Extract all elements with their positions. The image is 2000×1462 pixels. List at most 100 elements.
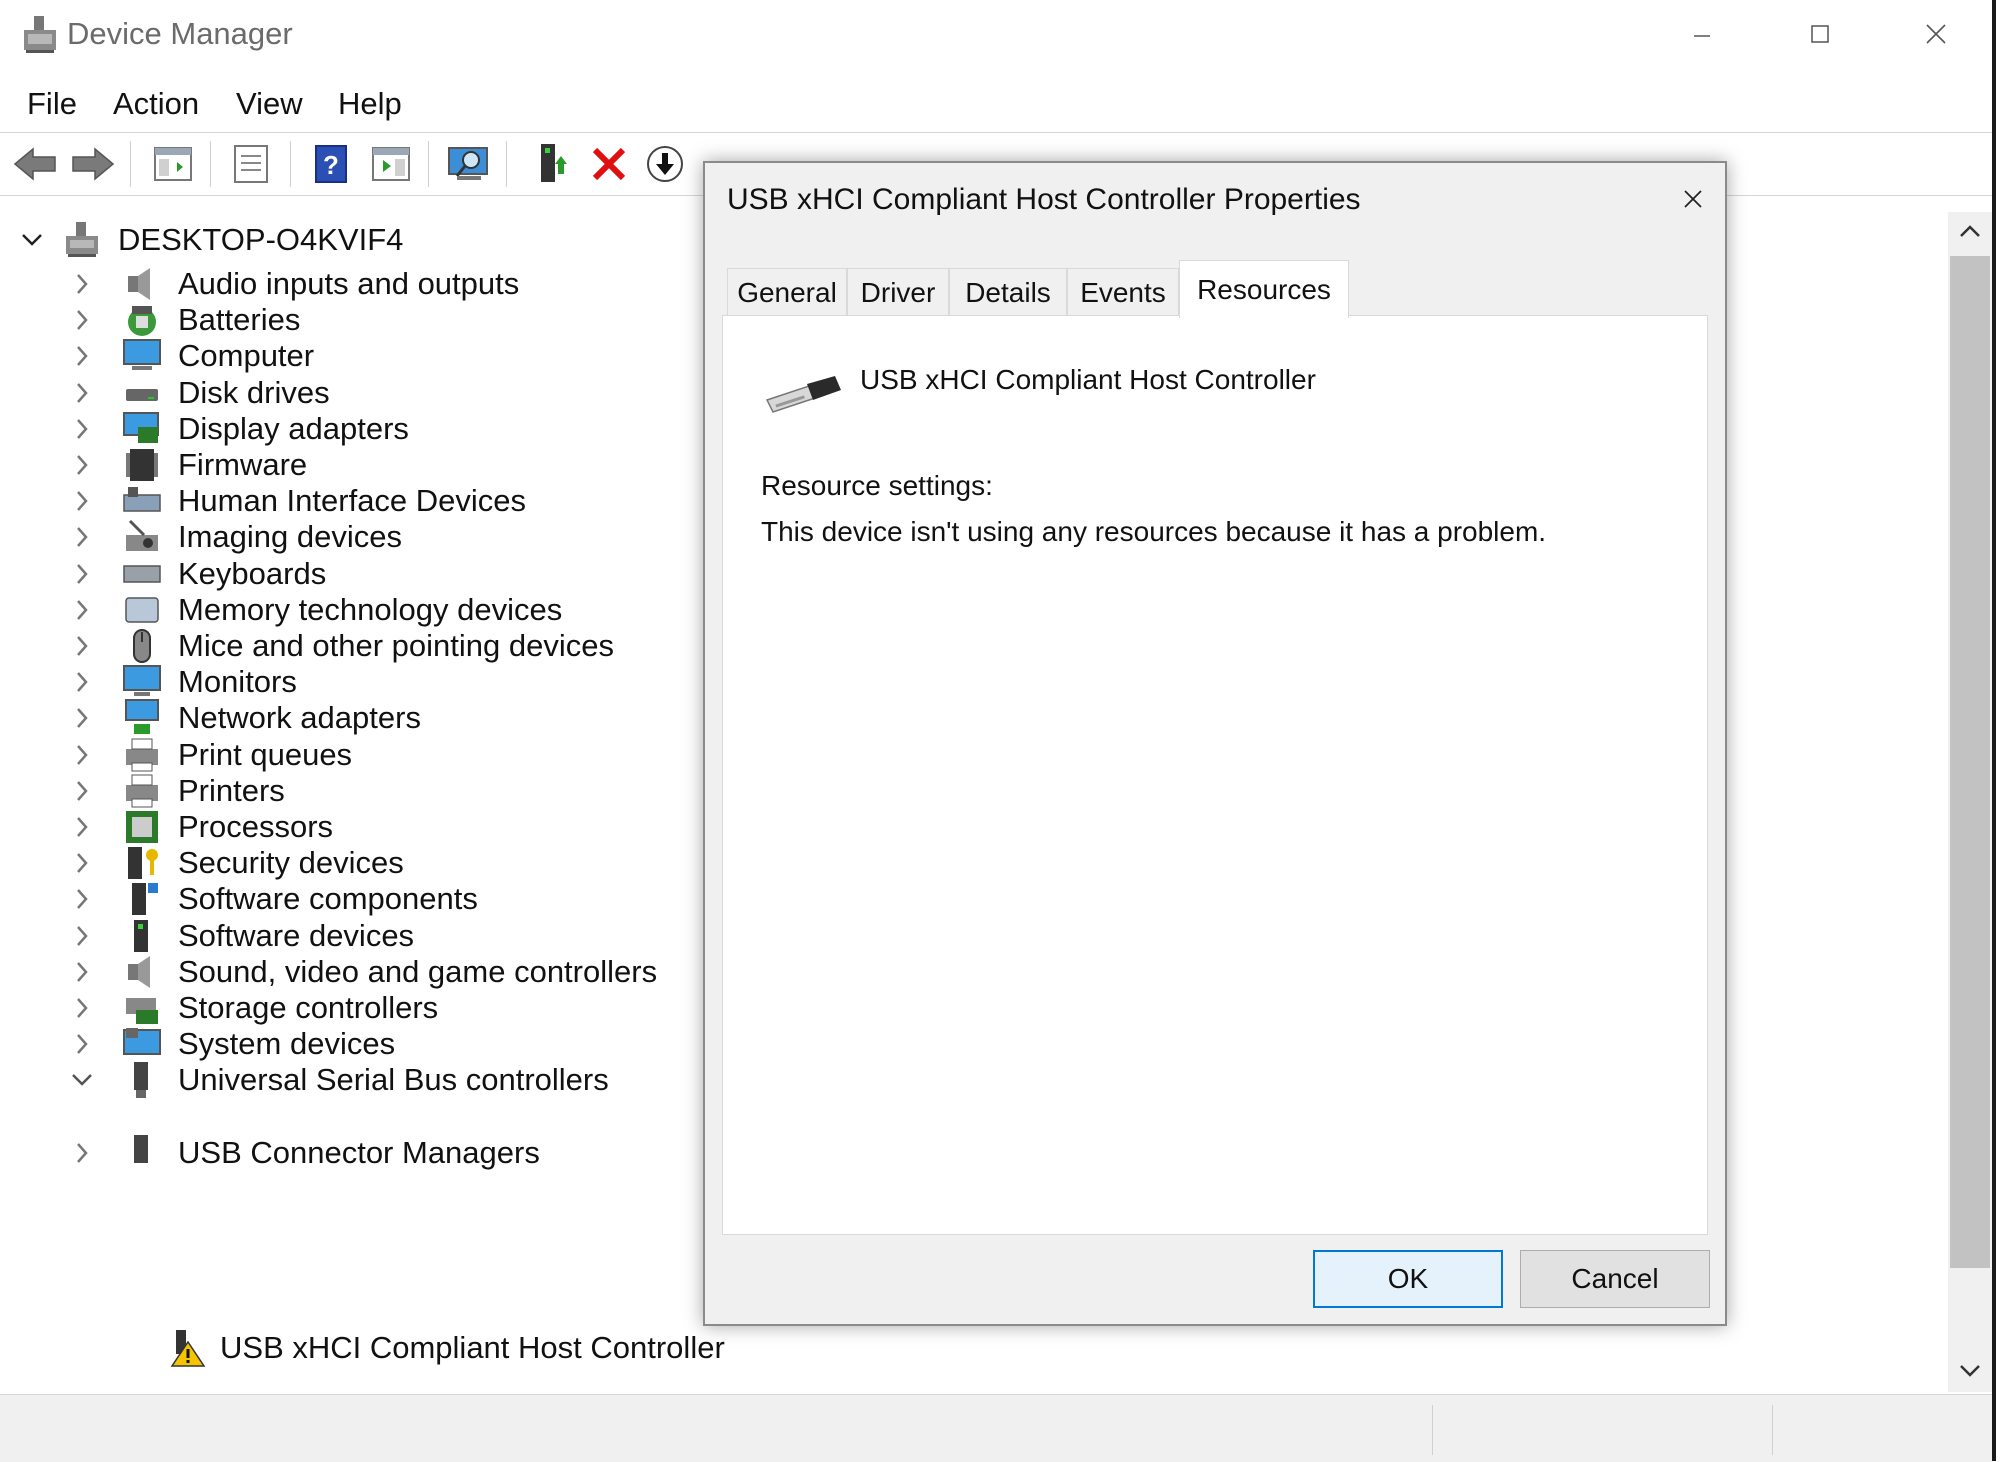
console-tree-icon xyxy=(154,147,192,181)
chevron-right-icon[interactable] xyxy=(70,562,94,586)
chevron-right-icon[interactable] xyxy=(70,417,94,441)
status-bar xyxy=(0,1394,1992,1462)
tree-root-label: DESKTOP-O4KVIF4 xyxy=(118,222,404,257)
scroll-down-icon[interactable] xyxy=(1959,1364,1981,1378)
tree-category-label: Disk drives xyxy=(178,374,330,410)
menu-view[interactable]: View xyxy=(236,86,303,122)
chevron-right-icon[interactable] xyxy=(70,996,94,1020)
uninstall-device-button[interactable] xyxy=(584,139,634,189)
chevron-right-icon[interactable] xyxy=(70,308,94,332)
tree-category[interactable]: USB Connector Managers xyxy=(70,1131,540,1175)
tree-category-label: Sound, video and game controllers xyxy=(178,953,658,989)
tree-category-label: Display adapters xyxy=(178,410,409,446)
ok-button[interactable]: OK xyxy=(1313,1250,1503,1308)
delete-x-icon xyxy=(592,147,626,181)
help-icon: ? xyxy=(315,145,347,183)
scrollbar-thumb[interactable] xyxy=(1950,256,1990,1268)
chevron-right-icon[interactable] xyxy=(70,525,94,549)
tree-category-label: Imaging devices xyxy=(178,519,403,555)
tree-category-label: Human Interface Devices xyxy=(178,483,527,519)
chevron-down-icon[interactable] xyxy=(20,228,44,252)
chevron-right-icon[interactable] xyxy=(70,272,94,296)
status-divider xyxy=(1772,1405,1773,1455)
tab-general[interactable]: General xyxy=(727,268,847,316)
scan-hardware-icon xyxy=(448,147,488,180)
resources-tab-panel: USB xHCI Compliant Host Controller Resou… xyxy=(722,315,1708,1235)
usb-warning-icon xyxy=(170,1330,206,1367)
tree-category-label: Universal Serial Bus controllers xyxy=(178,1062,609,1098)
chevron-right-icon[interactable] xyxy=(70,887,94,911)
properties-icon xyxy=(234,145,268,183)
dialog-close-button[interactable] xyxy=(1671,177,1715,221)
action-pane-icon xyxy=(372,147,410,181)
chevron-right-icon[interactable] xyxy=(70,743,94,767)
chevron-down-icon[interactable] xyxy=(70,1068,94,1092)
tree-category-label: Print queues xyxy=(178,736,353,772)
menu-file[interactable]: File xyxy=(27,86,77,122)
tree-category-label: Memory technology devices xyxy=(178,591,563,627)
disable-device-button[interactable] xyxy=(640,139,690,189)
tree-vertical-scrollbar[interactable] xyxy=(1948,212,1992,1392)
action-pane-button[interactable] xyxy=(366,139,416,189)
tree-item-usb-xhci-controller[interactable]: USB xHCI Compliant Host Controller xyxy=(166,1326,725,1370)
menu-help[interactable]: Help xyxy=(338,86,402,122)
resource-message: This device isn't using any resources be… xyxy=(761,516,1547,547)
tree-category-label: Network adapters xyxy=(178,700,421,736)
tree-item-label: USB xHCI Compliant Host Controller xyxy=(220,1330,725,1365)
show-hide-console-tree-button[interactable] xyxy=(148,139,198,189)
cancel-button[interactable]: Cancel xyxy=(1520,1250,1710,1308)
chevron-right-icon[interactable] xyxy=(70,489,94,513)
maximize-button[interactable] xyxy=(1794,12,1846,56)
back-button[interactable] xyxy=(10,139,60,189)
computer-root-icon xyxy=(66,222,98,257)
close-icon xyxy=(1684,190,1702,208)
tree-category-label: Software devices xyxy=(178,917,415,953)
tree-root-node[interactable]: DESKTOP-O4KVIF4 xyxy=(20,218,403,262)
tree-category-label: Computer xyxy=(178,338,315,374)
chevron-right-icon[interactable] xyxy=(70,598,94,622)
minimize-icon xyxy=(1694,35,1710,37)
tree-category-label: Processors xyxy=(178,809,334,844)
update-driver-button[interactable] xyxy=(528,139,578,189)
status-divider xyxy=(1432,1405,1433,1455)
tab-details[interactable]: Details xyxy=(949,268,1067,316)
tree-category-label: Keyboards xyxy=(178,555,327,591)
close-window-button[interactable] xyxy=(1910,12,1962,56)
resource-settings-label: Resource settings: xyxy=(761,470,993,501)
chevron-right-icon[interactable] xyxy=(70,851,94,875)
chevron-right-icon[interactable] xyxy=(70,1032,94,1056)
chevron-right-icon[interactable] xyxy=(70,344,94,368)
chevron-right-icon[interactable] xyxy=(70,706,94,730)
scroll-up-icon[interactable] xyxy=(1959,224,1981,238)
title-bar: Device Manager xyxy=(0,0,1992,70)
usb-controller-icon xyxy=(122,1060,162,1100)
update-driver-icon xyxy=(541,144,567,182)
tree-category-label: Mice and other pointing devices xyxy=(178,628,614,663)
minimize-button[interactable] xyxy=(1676,12,1728,56)
properties-button[interactable] xyxy=(226,139,276,189)
usb-connector-icon xyxy=(122,1133,162,1173)
tree-category[interactable]: Universal Serial Bus controllers xyxy=(70,1058,609,1102)
menu-action[interactable]: Action xyxy=(113,86,199,122)
chevron-right-icon[interactable] xyxy=(70,815,94,839)
chevron-right-icon[interactable] xyxy=(70,960,94,984)
menu-bar: File Action View Help xyxy=(0,78,1992,130)
chevron-right-icon[interactable] xyxy=(70,924,94,948)
chevron-right-icon[interactable] xyxy=(70,1141,94,1165)
forward-button[interactable] xyxy=(68,139,118,189)
tab-driver[interactable]: Driver xyxy=(847,268,949,316)
chevron-right-icon[interactable] xyxy=(70,779,94,803)
help-button[interactable]: ? xyxy=(306,139,356,189)
down-arrow-circle-icon xyxy=(647,146,683,182)
tab-resources[interactable]: Resources xyxy=(1179,260,1349,318)
tree-category-label: Security devices xyxy=(178,845,404,881)
properties-dialog: USB xHCI Compliant Host Controller Prope… xyxy=(703,161,1727,1326)
chevron-right-icon[interactable] xyxy=(70,453,94,477)
scan-hardware-button[interactable] xyxy=(444,139,494,189)
tab-events[interactable]: Events xyxy=(1067,268,1179,316)
chevron-right-icon[interactable] xyxy=(70,381,94,405)
chevron-right-icon[interactable] xyxy=(70,634,94,658)
chevron-right-icon[interactable] xyxy=(70,670,94,694)
tree-category-label: Monitors xyxy=(178,664,297,700)
tree-category-label: System devices xyxy=(178,1026,396,1062)
